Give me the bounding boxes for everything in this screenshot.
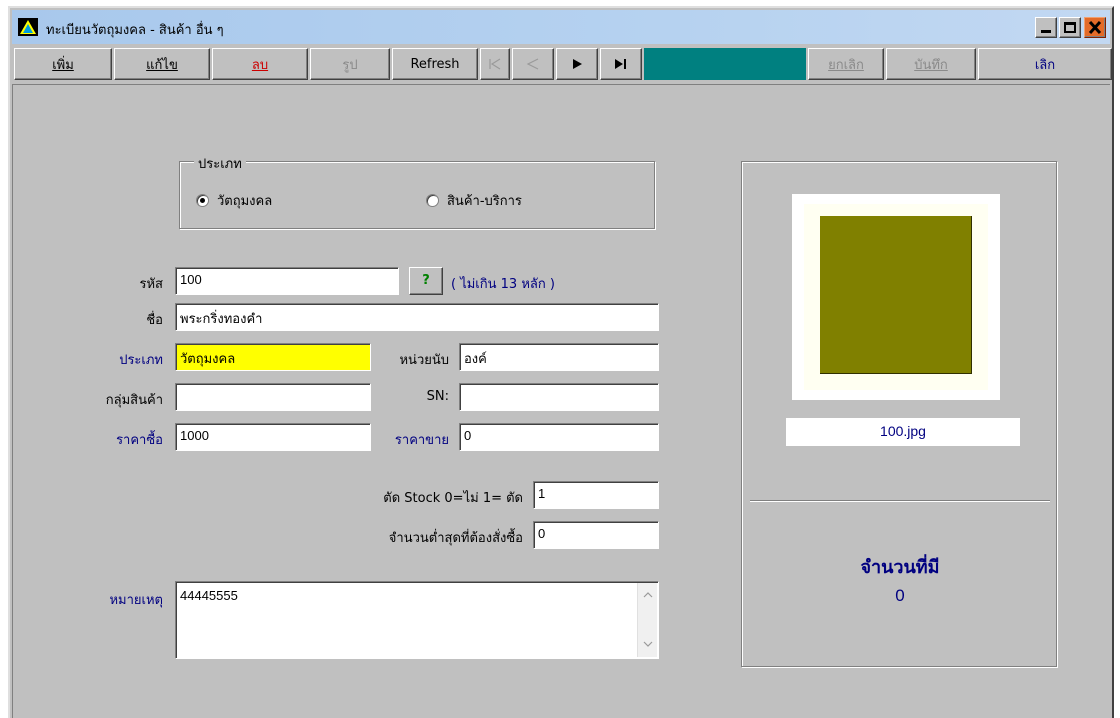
form-area: ประเภท วัตถุมงคล สินค้า-บริการ รหัส 100 … — [12, 84, 1110, 718]
quantity-on-hand-value: 0 — [895, 586, 905, 605]
product-group-input[interactable] — [175, 383, 371, 411]
radio-goods-service-dot[interactable] — [426, 194, 439, 207]
window-title: ทะเบียนวัตถุมงคล - สินค้า อื่น ๆ — [46, 23, 224, 38]
toolbar: เพิ่ม แก้ไข ลบ รูป Refresh ยกเลิก บันทึก… — [12, 46, 1112, 82]
type-group-legend: ประเภท — [194, 153, 246, 174]
last-record-icon — [615, 59, 626, 69]
chevron-down-icon — [643, 641, 652, 647]
code-lookup-button[interactable]: ? — [409, 267, 443, 295]
app-triangle-icon — [18, 18, 38, 36]
save-button[interactable]: บันทึก — [886, 48, 976, 80]
delete-button[interactable]: ลบ — [212, 48, 308, 80]
code-label: รหัส — [139, 277, 164, 292]
next-record-button[interactable] — [556, 48, 598, 80]
radio-sacred-object-label: วัตถุมงคล — [217, 194, 273, 209]
image-button[interactable]: รูป — [310, 48, 390, 80]
category-label: ประเภท — [119, 353, 163, 368]
note-textarea[interactable]: 44445555 — [175, 581, 659, 659]
cut-stock-label: ตัด Stock 0=ไม่ 1= ตัด — [383, 491, 523, 506]
panel-divider — [750, 500, 1050, 502]
radio-sacred-object[interactable]: วัตถุมงคล — [196, 190, 272, 211]
unit-input[interactable]: องค์ — [459, 343, 659, 371]
refresh-button[interactable]: Refresh — [392, 48, 478, 80]
cancel-label: ยกเลิก — [828, 57, 864, 73]
product-photo — [820, 216, 972, 374]
edit-label: แก้ไข — [146, 57, 178, 73]
radio-goods-service[interactable]: สินค้า-บริการ — [426, 190, 522, 211]
cost-price-input[interactable]: 1000 — [175, 423, 371, 451]
save-label: บันทึก — [914, 57, 948, 73]
maximize-button[interactable] — [1059, 17, 1081, 38]
refresh-label: Refresh — [410, 56, 460, 72]
note-text: 44445555 — [180, 588, 238, 603]
sale-price-input[interactable]: 0 — [459, 423, 659, 451]
maximize-icon — [1064, 22, 1076, 33]
name-label: ชื่อ — [146, 313, 163, 328]
scroll-down-button[interactable] — [638, 636, 657, 655]
sale-price-label: ราคาขาย — [394, 433, 449, 448]
radio-sacred-object-dot[interactable] — [196, 194, 209, 207]
quit-button[interactable]: เลิก — [978, 48, 1112, 80]
code-input[interactable]: 100 — [175, 267, 399, 295]
chevron-up-icon — [643, 592, 652, 598]
note-label: หมายเหตุ — [109, 593, 163, 608]
quantity-on-hand-label: จำนวนที่มี — [860, 557, 940, 578]
unit-label: หน่วยนับ — [399, 353, 449, 368]
delete-label: ลบ — [251, 57, 269, 73]
type-groupbox: ประเภท วัตถุมงคล สินค้า-บริการ — [179, 153, 655, 229]
close-button[interactable] — [1084, 17, 1106, 38]
sn-input[interactable] — [459, 383, 659, 411]
minimize-icon — [1041, 30, 1051, 33]
cost-price-label: ราคาซื้อ — [116, 433, 163, 448]
category-input[interactable]: วัตถุมงคล — [175, 343, 371, 371]
min-order-input[interactable]: 0 — [533, 521, 659, 549]
first-record-button[interactable] — [480, 48, 510, 80]
image-label: รูป — [342, 57, 358, 73]
title-bar[interactable]: ทะเบียนวัตถุมงคล - สินค้า อื่น ๆ — [12, 10, 1110, 44]
min-order-label: จำนวนต่ำสุดที่ต้องสั่งซื้อ — [388, 531, 523, 546]
last-record-button[interactable] — [600, 48, 642, 80]
toolbar-status-strip — [644, 48, 806, 80]
prev-record-icon — [526, 58, 539, 70]
add-button[interactable]: เพิ่ม — [14, 48, 112, 80]
prev-record-button[interactable] — [512, 48, 554, 80]
add-label: เพิ่ม — [52, 57, 74, 73]
cancel-button[interactable]: ยกเลิก — [808, 48, 884, 80]
quit-label: เลิก — [1034, 57, 1056, 73]
info-panel: 100.jpg จำนวนที่มี 0 — [741, 161, 1057, 667]
product-group-label: กลุ่มสินค้า — [105, 393, 163, 408]
note-scrollbar[interactable] — [637, 583, 657, 657]
scroll-up-button[interactable] — [638, 587, 657, 606]
close-icon — [1088, 20, 1102, 35]
cut-stock-input[interactable]: 1 — [533, 481, 659, 509]
edit-button[interactable]: แก้ไข — [114, 48, 210, 80]
code-hint: ( ไม่เกิน 13 หลัก ) — [451, 277, 555, 292]
next-record-icon — [573, 59, 582, 69]
app-window: ทะเบียนวัตถุมงคล - สินค้า อื่น ๆ เพิ่ม แ… — [8, 6, 1114, 718]
first-record-icon — [489, 58, 501, 70]
minimize-button[interactable] — [1035, 17, 1057, 38]
product-photo-frame[interactable] — [792, 194, 1000, 400]
name-input[interactable]: พระกริ่งทองคำ — [175, 303, 659, 331]
sn-label: SN: — [426, 389, 449, 404]
radio-goods-service-label: สินค้า-บริการ — [447, 194, 522, 209]
photo-filename: 100.jpg — [786, 418, 1020, 446]
